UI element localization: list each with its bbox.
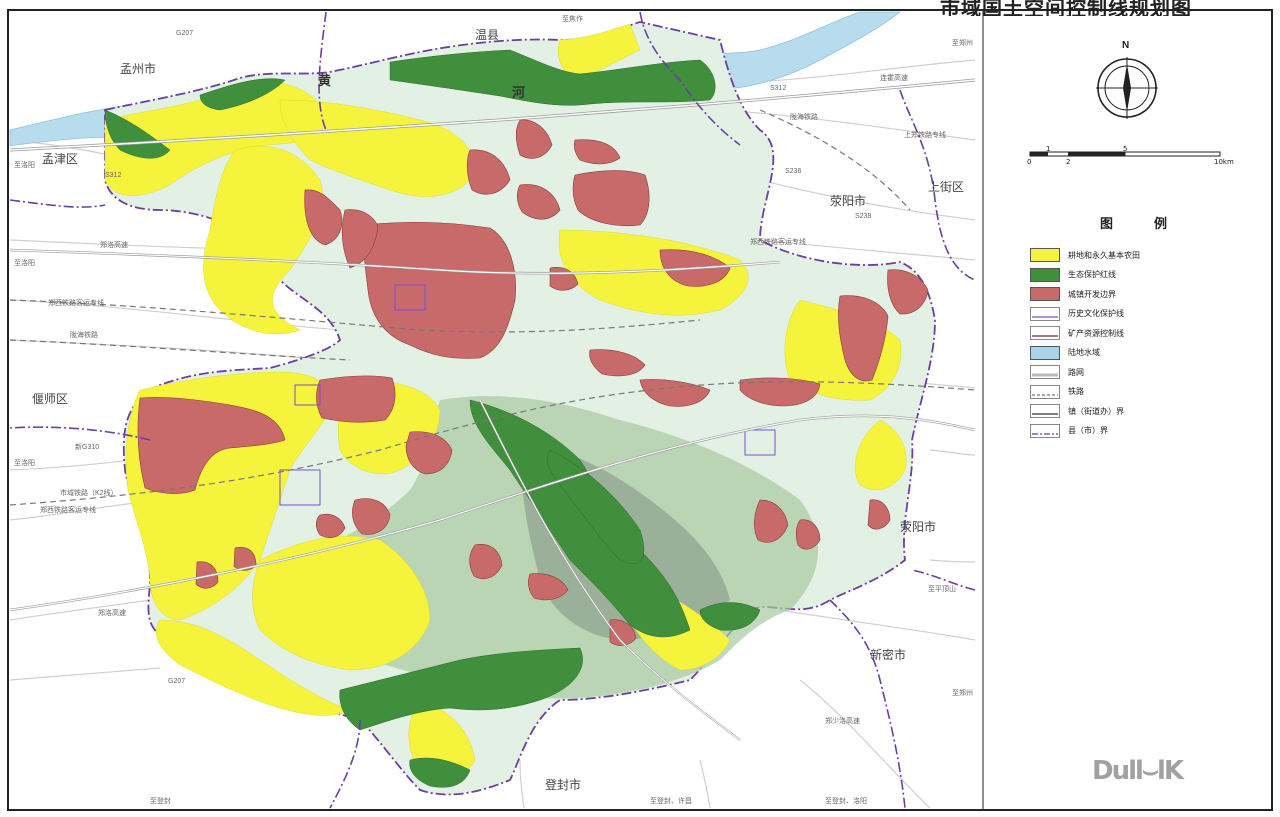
road-to-dengfeng-xuchang: 至登封、许昌: [650, 798, 692, 805]
road-to-jiaozuo: 至焦作: [562, 16, 583, 23]
legend-swatch: [1030, 365, 1060, 379]
legend-label: 县（市）界: [1068, 426, 1108, 435]
map-title: 市域国土空间控制线规划图: [940, 0, 1192, 16]
road-s312-top: S312: [770, 85, 787, 92]
place-xinmi: 新密市: [870, 648, 907, 662]
legend-item: 铁路: [1030, 384, 1084, 400]
river-label-2: 河: [512, 85, 526, 100]
road-shangdu: 上郑铁路专线: [904, 132, 946, 139]
place-mengjin: 孟津区: [42, 152, 79, 166]
road-zhengxi-left: 郑西铁路客运专线: [40, 507, 96, 514]
road-zhengshao: 郑少洛高速: [825, 718, 860, 725]
road-to-zhengzhou-2: 至郑州: [952, 690, 973, 697]
map-frame: 市域国土空间控制线规划图 N 0 1 2 5 10km 图 例 耕地和永久基本农…: [0, 0, 1280, 817]
river-label-1: 黄: [318, 73, 332, 88]
legend-item: 镇（街道办）界: [1030, 403, 1124, 419]
place-dengfeng: 登封市: [545, 778, 582, 792]
legend-label: 矿产资源控制线: [1068, 328, 1124, 338]
legend-label: 路网: [1068, 367, 1084, 377]
legend-item: 耕地和永久基本农田: [1030, 247, 1140, 263]
legend-label: 城镇开发边界: [1068, 289, 1116, 299]
road-to-luoyang-2: 至洛阳: [14, 260, 35, 267]
legend-swatch: [1030, 287, 1060, 301]
road-zhengluo-gs: 郑洛高速: [98, 610, 126, 617]
legend-swatch: [1030, 248, 1060, 262]
place-shangjie: 上街区: [928, 180, 965, 194]
legend-panel: 图 例 耕地和永久基本农田 生态保护红线 城镇开发边界 历史文化保护线 矿产资源控制线陆…: [1000, 15, 1270, 755]
legend-swatch: [1030, 404, 1060, 418]
legend-label: 陆地水域: [1068, 348, 1100, 357]
road-g310: 新G310: [75, 444, 100, 451]
road-longhai: 陇海铁路: [790, 114, 818, 121]
legend-label: 生态保护红线: [1068, 270, 1116, 279]
legend-item: 城镇开发边界: [1030, 286, 1116, 302]
legend-swatch: [1030, 423, 1060, 438]
legend-swatch: [1030, 326, 1060, 340]
watermark: Dull⌣lK: [1092, 756, 1184, 786]
road-k2: 市域铁路（K2线）: [60, 490, 118, 497]
legend-label: 历史文化保护线: [1068, 309, 1124, 318]
road-to-pingdingshan: 至平顶山: [928, 586, 956, 593]
road-to-dengfeng: 至登封: [150, 798, 171, 805]
place-xingyang-top: 荥阳市: [830, 194, 867, 208]
road-g207-top: G207: [176, 30, 194, 37]
road-to-luoyang-1: 至洛阳: [14, 162, 35, 169]
legend-swatch: [1030, 345, 1060, 360]
place-yanshi: 偃师区: [32, 392, 69, 406]
road-s238: S238: [855, 213, 872, 220]
road-zhengxi-left-2: 郑西铁路客运专线: [48, 300, 104, 307]
legend-item: 生态保护红线: [1030, 267, 1116, 283]
place-mengzhou: 孟州市: [120, 62, 157, 76]
legend-item: 县（市）界: [1030, 423, 1108, 439]
legend-title: 图 例: [1100, 217, 1182, 232]
legend-item: 历史文化保护线: [1030, 306, 1124, 322]
road-g207-bottom: G207: [168, 678, 186, 685]
legend-swatch: [1030, 384, 1060, 399]
road-to-zhengzhou-1: 至郑州: [952, 40, 973, 47]
legend-item: 路网: [1030, 364, 1084, 380]
legend-item: 陆地水域: [1030, 345, 1100, 361]
legend-label: 铁路: [1068, 387, 1084, 396]
place-wenxian: 温县: [475, 28, 500, 42]
road-s236: S236: [785, 168, 802, 175]
legend-label: 耕地和永久基本农田: [1068, 250, 1140, 260]
road-to-dengfeng-luoyang: 至登封、洛阳: [825, 798, 867, 805]
road-zhengluo: 郑洛高速: [100, 242, 128, 249]
road-s312-left: S312: [105, 172, 122, 179]
legend-item: 矿产资源控制线: [1030, 325, 1124, 341]
road-zhengxi: 郑西铁路客运专线: [750, 239, 806, 246]
legend-swatch: [1030, 306, 1060, 321]
legend-swatch: [1030, 267, 1060, 282]
place-xingyang-right: 荥阳市: [900, 520, 937, 534]
road-longhai-left: 陇海铁路: [70, 332, 98, 339]
road-to-luoyang-3: 至洛阳: [14, 460, 35, 467]
legend-label: 镇（街道办）界: [1068, 406, 1124, 416]
road-liangao: 连霍高速: [880, 75, 908, 82]
